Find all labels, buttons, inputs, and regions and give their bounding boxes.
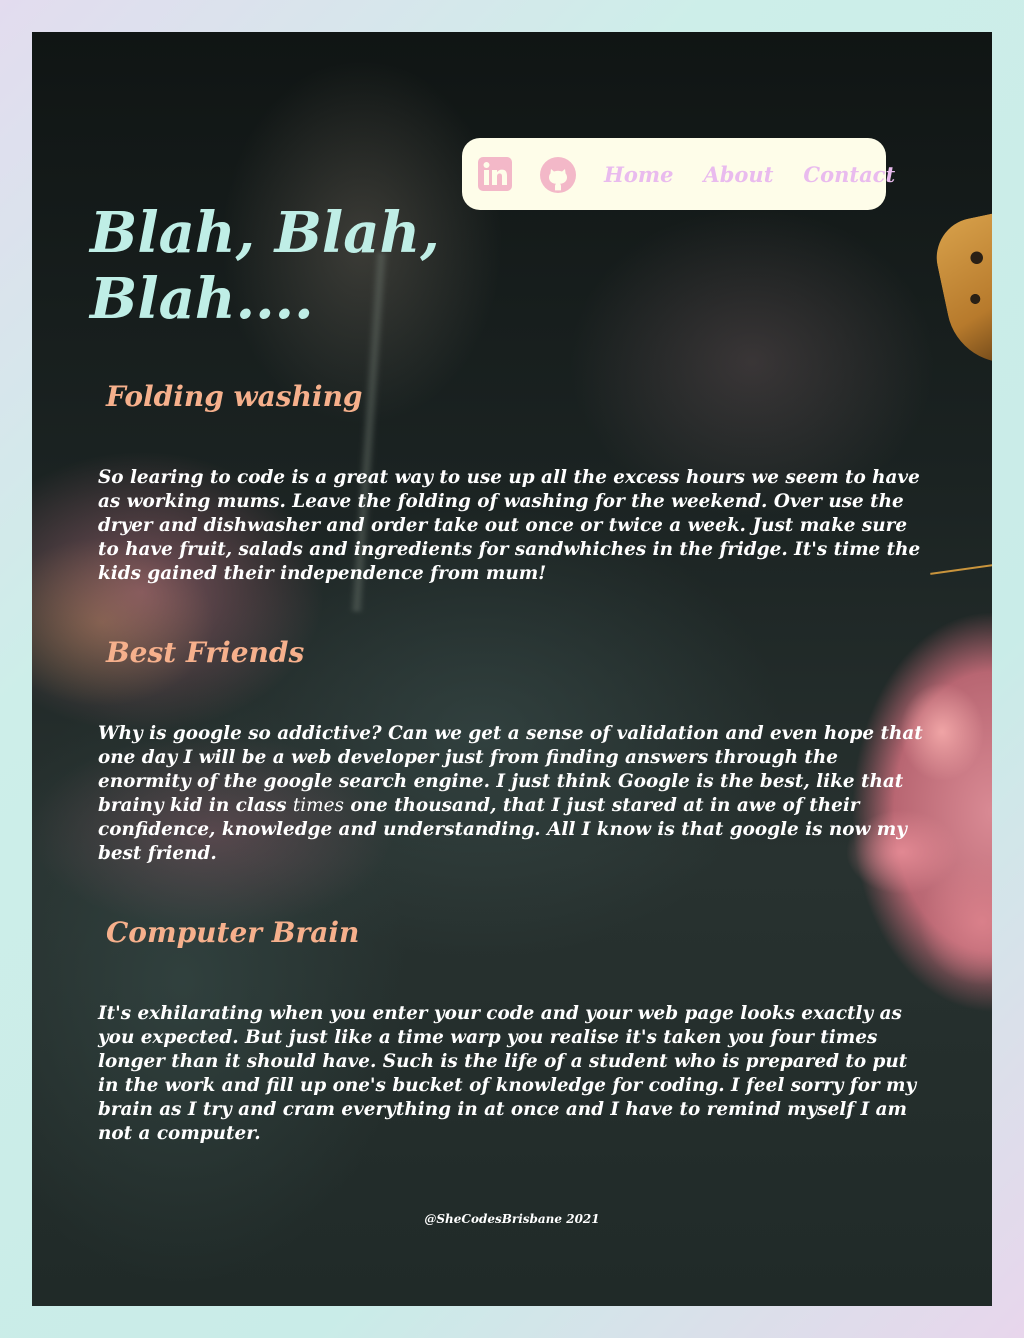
section-heading-folding-washing: Folding washing	[106, 380, 363, 413]
section-paragraph-best-friends: Why is google so addictive? Can we get a…	[98, 722, 928, 866]
github-icon[interactable]	[540, 157, 576, 193]
nav-home-link[interactable]: Home	[604, 162, 673, 187]
emphasis-text: times	[292, 795, 344, 816]
section-paragraph-computer-brain: It's exhilarating when you enter your co…	[98, 1003, 917, 1144]
section-paragraph-folding-washing: So learing to code is a great way to use…	[98, 467, 921, 584]
navbar: Home About Contact	[462, 138, 895, 210]
section-heading-best-friends: Best Friends	[106, 636, 305, 669]
page-frame: Home About Contact Blah, Blah, Blah.... …	[32, 32, 992, 1306]
section-heading-computer-brain: Computer Brain	[106, 916, 360, 949]
linkedin-icon[interactable]	[478, 157, 512, 191]
nav-contact-link[interactable]: Contact	[803, 162, 895, 187]
nav-about-link[interactable]: About	[703, 162, 773, 187]
footer-credit: @SheCodesBrisbane 2021	[424, 1212, 600, 1226]
page-title: Blah, Blah, Blah....	[90, 200, 440, 332]
